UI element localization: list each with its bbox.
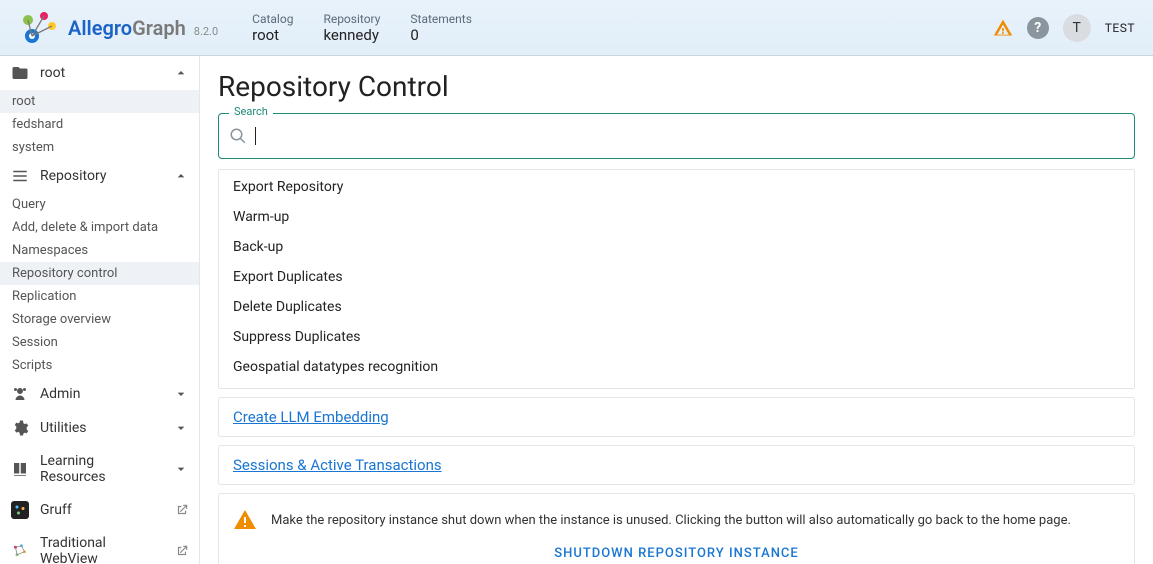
sidebar-section-root[interactable]: root bbox=[0, 56, 199, 90]
sidebar-item-system[interactable]: system bbox=[0, 136, 199, 159]
shutdown-button[interactable]: SHUTDOWN REPOSITORY INSTANCE bbox=[233, 546, 1120, 561]
brand-logo-icon bbox=[18, 10, 62, 46]
metric-label: Catalog bbox=[252, 12, 293, 26]
metric-value: root bbox=[252, 26, 293, 44]
sidebar-link-gruff[interactable]: Gruff bbox=[0, 493, 199, 527]
search-box[interactable]: Search bbox=[218, 113, 1135, 159]
external-link-icon bbox=[175, 544, 189, 558]
user-name: TEST bbox=[1105, 21, 1135, 35]
chevron-down-icon bbox=[173, 420, 189, 436]
search-icon bbox=[229, 127, 247, 145]
sidebar-section-label: Admin bbox=[40, 386, 163, 402]
metric-value: 0 bbox=[410, 26, 472, 44]
chevron-up-icon bbox=[173, 168, 189, 184]
sidebar-item-storage-overview[interactable]: Storage overview bbox=[0, 308, 199, 331]
sidebar-item-add-delete-import[interactable]: Add, delete & import data bbox=[0, 216, 199, 239]
sidebar-link-label: Traditional WebView bbox=[40, 535, 165, 564]
chevron-up-icon bbox=[173, 65, 189, 81]
chevron-down-icon bbox=[173, 461, 189, 477]
sidebar-item-session[interactable]: Session bbox=[0, 331, 199, 354]
sidebar: root root fedshard system Repository Que… bbox=[0, 56, 200, 564]
result-item[interactable]: Suppress Duplicates bbox=[219, 322, 1134, 352]
webview-icon bbox=[10, 542, 30, 560]
header-metrics: Catalog root Repository kennedy Statemen… bbox=[252, 12, 472, 44]
sidebar-section-label: Learning Resources bbox=[40, 453, 163, 485]
alert-warning-icon[interactable] bbox=[993, 18, 1013, 38]
card-shutdown: Make the repository instance shut down w… bbox=[218, 493, 1135, 564]
warning-icon bbox=[233, 508, 257, 532]
result-item[interactable]: Export Repository bbox=[219, 172, 1134, 202]
user-avatar[interactable]: T bbox=[1063, 14, 1091, 42]
result-item[interactable]: Control durability (bulk-load) bbox=[219, 382, 1134, 388]
app-header: AllegroGraph 8.2.0 Catalog root Reposito… bbox=[0, 0, 1153, 56]
gruff-icon bbox=[10, 501, 30, 519]
main-content: Repository Control Search Export Reposit… bbox=[200, 56, 1153, 564]
metric-repository[interactable]: Repository kennedy bbox=[323, 12, 380, 44]
sidebar-link-webview[interactable]: Traditional WebView bbox=[0, 527, 199, 564]
gear-icon bbox=[10, 419, 30, 437]
admin-icon bbox=[10, 385, 30, 403]
sidebar-section-learning[interactable]: Learning Resources bbox=[0, 445, 199, 493]
sidebar-link-label: Gruff bbox=[40, 502, 165, 518]
sidebar-item-scripts[interactable]: Scripts bbox=[0, 354, 199, 377]
result-item[interactable]: Warm-up bbox=[219, 202, 1134, 232]
external-link-icon bbox=[175, 503, 189, 517]
result-item[interactable]: Delete Duplicates bbox=[219, 292, 1134, 322]
chevron-down-icon bbox=[173, 386, 189, 402]
result-item[interactable]: Geospatial datatypes recognition bbox=[219, 352, 1134, 382]
result-item[interactable]: Back-up bbox=[219, 232, 1134, 262]
link-create-llm[interactable]: Create LLM Embedding bbox=[233, 408, 389, 426]
search-label: Search bbox=[229, 105, 273, 118]
card-sessions: Sessions & Active Transactions bbox=[218, 445, 1135, 485]
sidebar-section-label: Repository bbox=[40, 168, 163, 184]
text-caret bbox=[255, 127, 256, 145]
sidebar-item-replication[interactable]: Replication bbox=[0, 285, 199, 308]
metric-label: Statements bbox=[410, 12, 472, 26]
sidebar-item-query[interactable]: Query bbox=[0, 193, 199, 216]
sidebar-item-namespaces[interactable]: Namespaces bbox=[0, 239, 199, 262]
metric-statements[interactable]: Statements 0 bbox=[410, 12, 472, 44]
sidebar-item-fedshard[interactable]: fedshard bbox=[0, 113, 199, 136]
folder-icon bbox=[10, 64, 30, 82]
metric-catalog[interactable]: Catalog root bbox=[252, 12, 293, 44]
shutdown-note: Make the repository instance shut down w… bbox=[271, 513, 1071, 528]
sidebar-section-utilities[interactable]: Utilities bbox=[0, 411, 199, 445]
brand-version: 8.2.0 bbox=[194, 25, 218, 38]
metric-label: Repository bbox=[323, 12, 380, 26]
page-title: Repository Control bbox=[218, 70, 1135, 103]
metric-value: kennedy bbox=[323, 26, 380, 44]
link-sessions[interactable]: Sessions & Active Transactions bbox=[233, 456, 442, 474]
sidebar-section-repository[interactable]: Repository bbox=[0, 159, 199, 193]
sidebar-item-repository-control[interactable]: Repository control bbox=[0, 262, 199, 285]
book-icon bbox=[10, 460, 30, 478]
brand-name: AllegroGraph bbox=[68, 16, 186, 40]
sidebar-section-label: Utilities bbox=[40, 420, 163, 436]
card-create-llm: Create LLM Embedding bbox=[218, 397, 1135, 437]
sidebar-section-label: root bbox=[40, 65, 163, 81]
sidebar-section-admin[interactable]: Admin bbox=[0, 377, 199, 411]
brand-logo-group[interactable]: AllegroGraph 8.2.0 bbox=[18, 10, 218, 46]
help-icon[interactable]: ? bbox=[1027, 17, 1049, 39]
search-results-panel: Export Repository Warm-up Back-up Export… bbox=[218, 169, 1135, 389]
sidebar-item-root[interactable]: root bbox=[0, 90, 199, 113]
search-results-scroll[interactable]: Export Repository Warm-up Back-up Export… bbox=[219, 170, 1134, 388]
result-item[interactable]: Export Duplicates bbox=[219, 262, 1134, 292]
list-icon bbox=[10, 167, 30, 185]
